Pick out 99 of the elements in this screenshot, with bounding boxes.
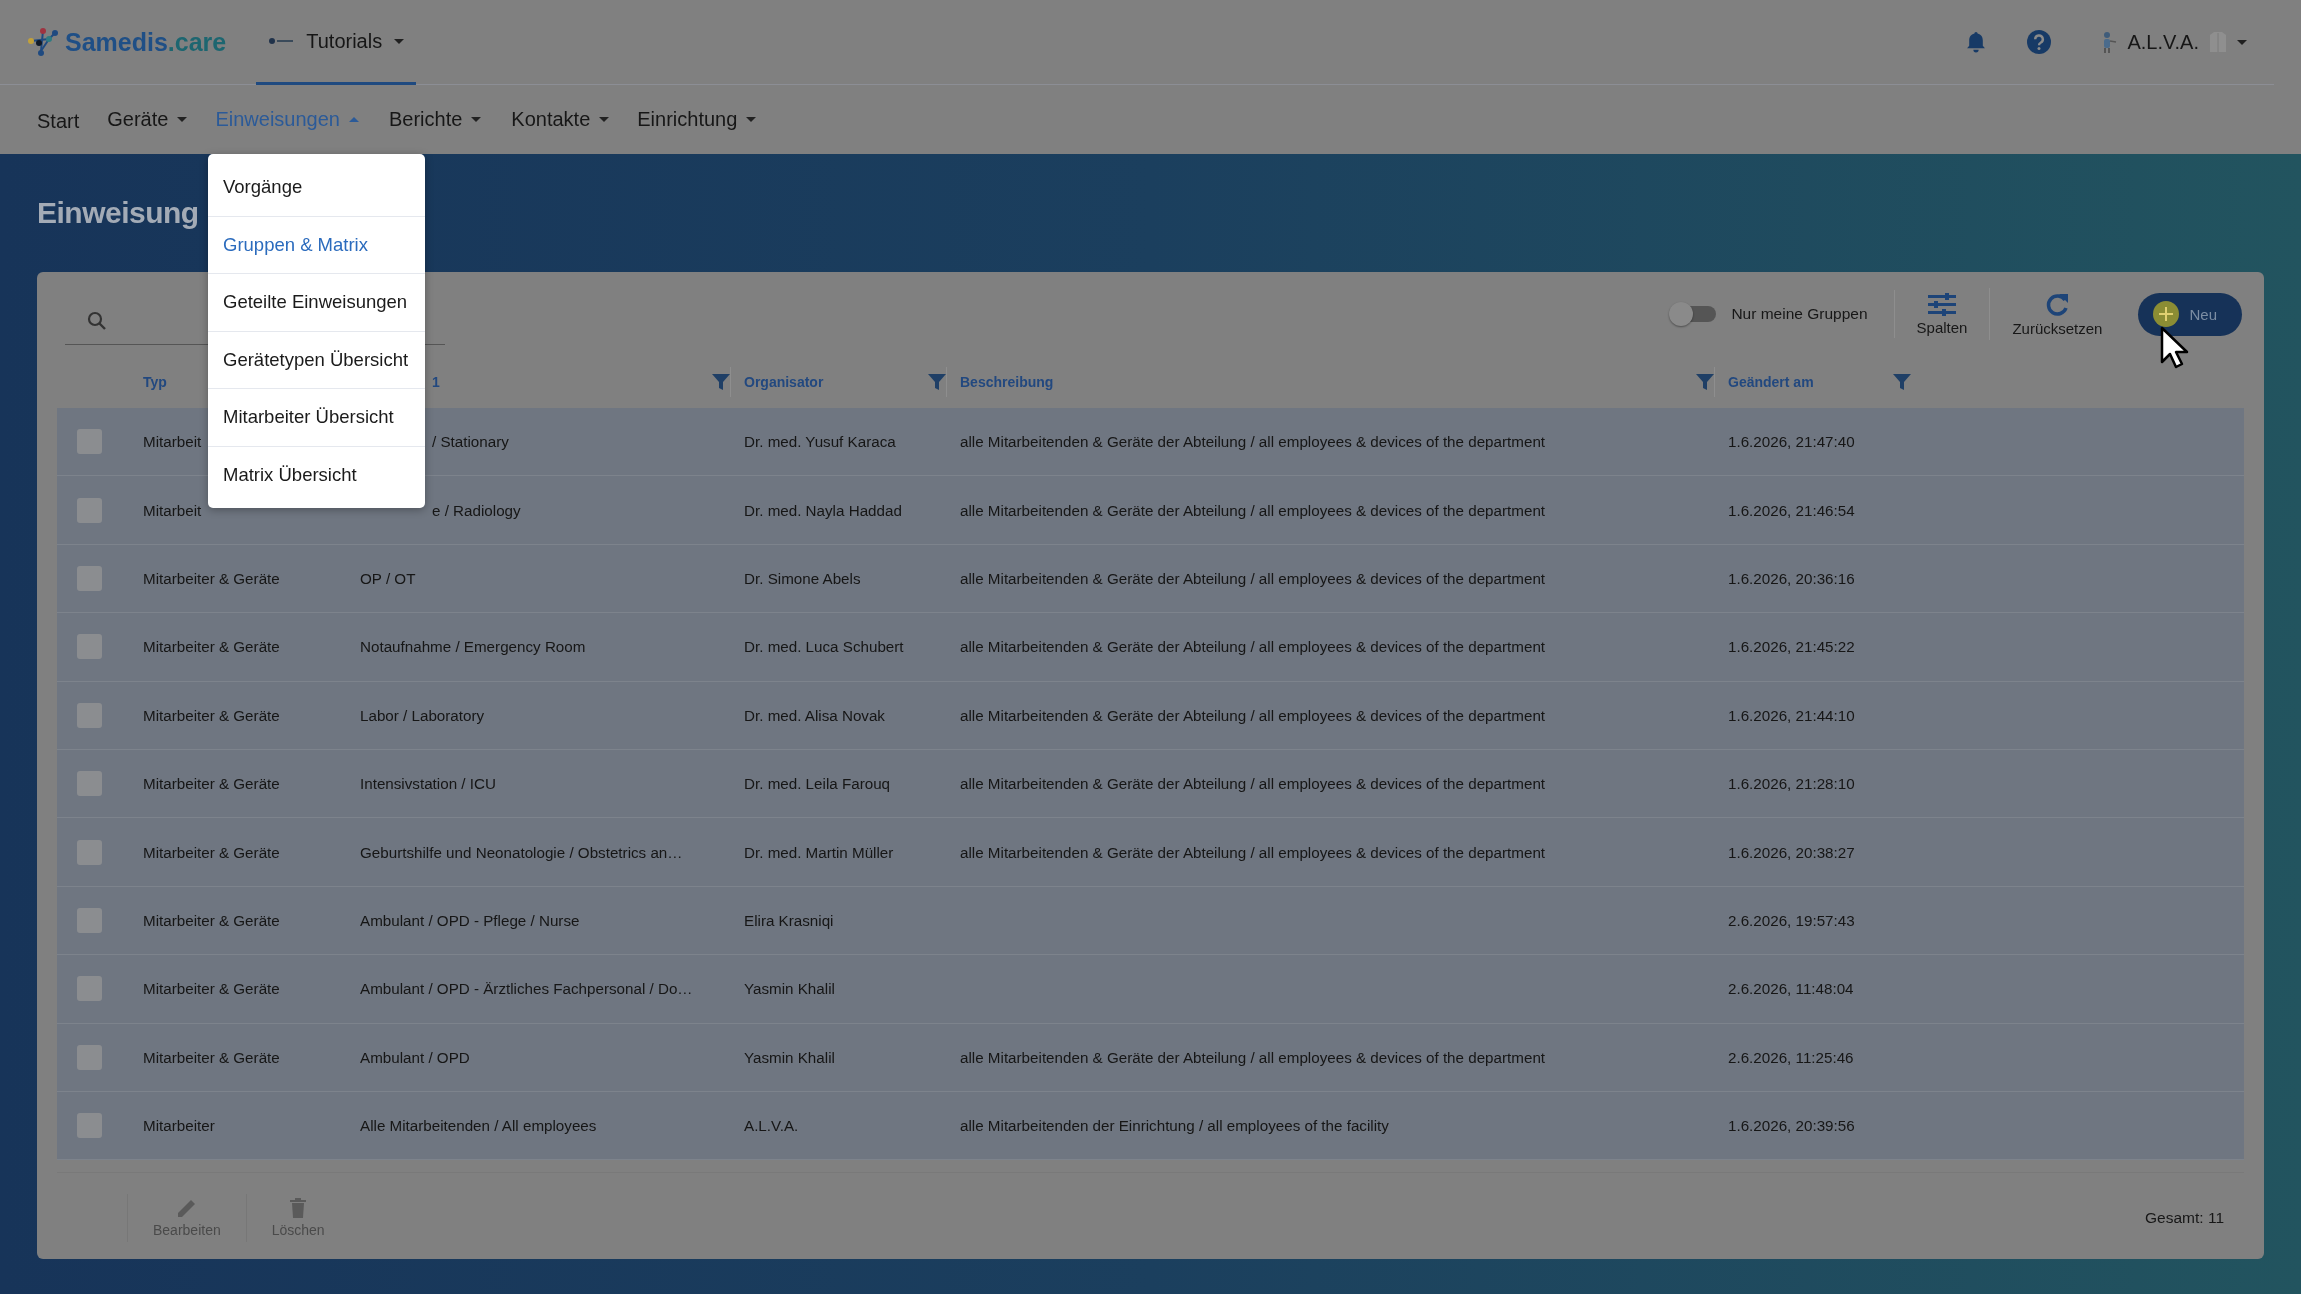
menu-item[interactable]: Mitarbeiter Übersicht [208,388,425,446]
table-cell: Mitarbeit [143,433,202,451]
table-cell: OP / OT [360,569,416,587]
table-cell: 1.6.2026, 20:38:27 [1728,843,1855,861]
nav-tab[interactable]: Einrichtung [625,85,769,154]
reset-button[interactable]: Zurücksetzen [1990,288,2125,340]
caret-icon [2237,39,2247,45]
table-cell: 1.6.2026, 20:39:56 [1728,1117,1855,1135]
table-cell: alle Mitarbeitenden & Geräte der Abteilung / all employees & devices of the department [960,638,1546,656]
brand-name: Samedis.care [65,27,227,57]
table-cell: Mitarbeit [143,501,202,519]
table-cell: Dr. med. Luca Schubert [744,638,904,656]
checkbox[interactable] [77,497,102,523]
tenant-logo-icon [268,37,295,45]
menu-item[interactable]: Gerätetypen Übersicht [208,330,425,388]
table-cell: Alle Mitarbeitenden / All employees [360,1117,597,1135]
table-cell: A.L.V.A. [744,1117,799,1135]
trash-icon [290,1198,307,1219]
table-cell: 2.6.2026, 11:25:46 [1728,1048,1854,1066]
table-cell: alle Mitarbeitenden & Geräte der Abteilung / all employees & devices of the department [960,1048,1546,1066]
table-cell: alle Mitarbeitenden & Geräte der Abteilung / all employees & devices of the department [960,501,1546,519]
table-cell: Ambulant / OPD - Ärztliches Fachpersonal / Do… [360,980,693,998]
table-cell: Dr. Simone Abels [744,569,861,587]
checkbox[interactable] [77,702,102,728]
table-cell: alle Mitarbeitenden & Geräte der Abteilung / all employees & devices of the department [960,843,1546,861]
checkbox[interactable] [77,565,102,591]
column-header[interactable]: Geändert am [1728,374,1887,390]
help-icon [2027,30,2052,54]
new-button[interactable]: Neu [2138,292,2242,336]
table-cell: alle Mitarbeitenden & Geräte der Abteilung / all employees & devices of the department [960,569,1546,587]
checkbox[interactable] [77,907,102,933]
nav-tab[interactable]: Berichte [376,85,494,154]
table-cell: 2.6.2026, 11:48:04 [1728,980,1854,998]
table-cell: Intensivstation / ICU [360,775,496,793]
checkbox[interactable] [77,771,102,797]
nav-tab[interactable]: Kontakte [499,85,622,154]
menu-item[interactable]: Geteilte Einweisungen [208,273,425,331]
table-cell: Dr. med. Nayla Haddad [744,501,902,519]
nav-tab[interactable]: Start [27,86,92,156]
table-cell: 1.6.2026, 21:28:10 [1728,775,1855,793]
table-cell: Dr. med. Martin Müller [744,843,894,861]
table-cell: 1.6.2026, 21:44:10 [1728,706,1855,724]
checkbox[interactable] [77,976,102,1002]
table-cell: Elira Krasniqi [744,911,834,929]
user-menu[interactable]: A.L.V.A. [2101,30,2247,54]
table-cell: Yasmin Khalil [744,1048,835,1066]
table-cell: 1.6.2026, 21:46:54 [1728,501,1855,519]
table-cell: Notaufnahme / Emergency Room [360,638,586,656]
table-cell: Mitarbeiter & Geräte [143,638,280,656]
table-cell: Ambulant / OPD [360,1048,470,1066]
menu-item[interactable]: Gruppen & Matrix [208,215,425,273]
caret-icon [394,38,405,44]
table-cell: Dr. med. Alisa Novak [744,706,885,724]
table-cell: alle Mitarbeitenden der Einrichtung / all employees of the facility [960,1117,1389,1135]
sliders-icon [1928,292,1956,316]
table-cell: Mitarbeiter & Geräte [143,1048,280,1066]
table-cell: Dr. med. Yusuf Karaca [744,433,896,451]
table-cell: Mitarbeiter [143,1117,215,1135]
menu-item[interactable]: Matrix Übersicht [208,445,425,503]
table-cell: Mitarbeiter & Geräte [143,706,280,724]
table-cell: 1.6.2026, 21:47:40 [1728,433,1855,451]
table-cell: alle Mitarbeitenden & Geräte der Abteilung / all employees & devices of the department [960,433,1546,451]
table-cell: Yasmin Khalil [744,980,835,998]
table-cell: 1.6.2026, 20:36:16 [1728,569,1855,587]
table-cell: e / Radiology [432,501,521,519]
checkbox[interactable] [77,839,102,865]
table-cell: Mitarbeiter & Geräte [143,843,280,861]
toggle-switch[interactable]: Nur meine Gruppen [1671,290,1895,338]
column-header[interactable]: 1 [432,374,706,390]
checkbox[interactable] [77,1113,102,1139]
nav-tab[interactable]: Geräte [95,85,200,154]
checkbox[interactable] [77,634,102,660]
column-header[interactable]: Organisator [744,374,922,390]
table-cell: Mitarbeiter & Geräte [143,980,280,998]
menu-item[interactable]: Vorgänge [208,159,425,216]
total-count: Gesamt: 11 [2145,1209,2224,1228]
table-cell: alle Mitarbeitenden & Geräte der Abteilung / all employees & devices of the department [960,706,1546,724]
pencil-icon [176,1198,197,1219]
logo-icon [27,27,59,57]
checkbox[interactable] [77,1044,102,1070]
table-cell: alle Mitarbeitenden & Geräte der Abteilung / all employees & devices of the department [960,775,1546,793]
page-title: Einweisung [37,196,199,230]
checkbox[interactable] [77,429,102,455]
table-cell: Mitarbeiter & Geräte [143,775,280,793]
column-header[interactable]: Beschreibung [960,374,1690,390]
table-cell: Mitarbeiter & Geräte [143,911,280,929]
search-icon [87,311,106,330]
plus-icon [2153,301,2180,327]
columns-button[interactable]: Spalten [1894,288,1991,340]
table-cell: Geburtshilfe und Neonatologie / Obstetrics an… [360,843,683,861]
table-cell: / Stationary [432,433,509,451]
table-cell: 2.6.2026, 19:57:43 [1728,911,1855,929]
avatar-icon [2101,30,2118,54]
table-cell: Dr. med. Leila Farouq [744,775,891,793]
table-cell: Ambulant / OPD - Pflege / Nurse [360,911,580,929]
table-cell: Labor / Laboratory [360,706,485,724]
table-cell: Mitarbeiter & Geräte [143,569,280,587]
refresh-icon [2044,291,2070,317]
table-cell: 1.6.2026, 21:45:22 [1728,638,1855,656]
